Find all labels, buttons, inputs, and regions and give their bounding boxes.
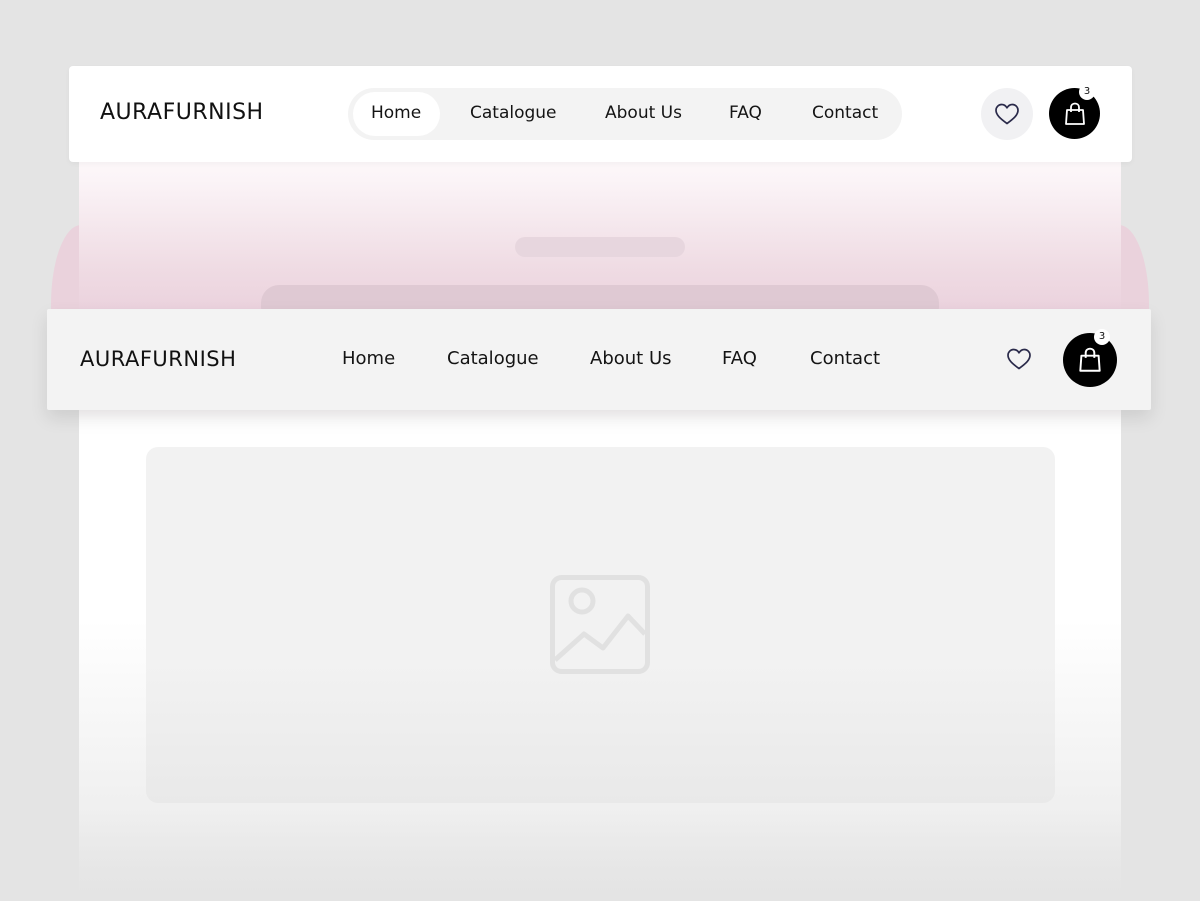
skeleton-pill <box>515 237 685 257</box>
page-shoulder-left <box>51 225 81 315</box>
shopping-bag-icon <box>1064 102 1085 125</box>
cart-button[interactable]: 3 <box>1063 329 1117 387</box>
nav-link-catalogue[interactable]: Catalogue <box>447 348 539 369</box>
nav-link-about-us[interactable]: About Us <box>590 348 672 369</box>
wishlist-button[interactable] <box>981 88 1033 140</box>
nav-link-faq[interactable]: FAQ <box>729 103 762 123</box>
cart-count-badge: 3 <box>1094 329 1110 345</box>
heart-icon <box>995 103 1019 125</box>
image-icon <box>550 575 650 674</box>
showcase-canvas: AURAFURNISH Home Catalogue About Us FAQ … <box>0 0 1200 901</box>
nav-link-catalogue[interactable]: Catalogue <box>470 103 557 123</box>
brand-logo[interactable]: AURAFURNISH <box>100 100 264 125</box>
navbar-top: AURAFURNISH Home Catalogue About Us FAQ … <box>69 66 1132 162</box>
page-shoulder-right <box>1119 225 1149 315</box>
nav-link-about-us[interactable]: About Us <box>605 103 682 123</box>
wishlist-button[interactable] <box>999 339 1039 379</box>
navbar-sticky: AURAFURNISH Home Catalogue About Us FAQ … <box>47 309 1151 410</box>
nav-link-home[interactable]: Home <box>371 103 421 123</box>
cart-count-badge: 3 <box>1079 84 1095 100</box>
nav-link-faq[interactable]: FAQ <box>722 348 757 369</box>
shopping-bag-icon <box>1079 347 1101 372</box>
heart-icon <box>1007 348 1031 370</box>
nav-link-contact[interactable]: Contact <box>810 348 880 369</box>
nav-link-home[interactable]: Home <box>342 348 395 369</box>
brand-logo[interactable]: AURAFURNISH <box>80 347 236 371</box>
cart-button[interactable]: 3 <box>1049 84 1100 139</box>
nav-link-contact[interactable]: Contact <box>812 103 878 123</box>
